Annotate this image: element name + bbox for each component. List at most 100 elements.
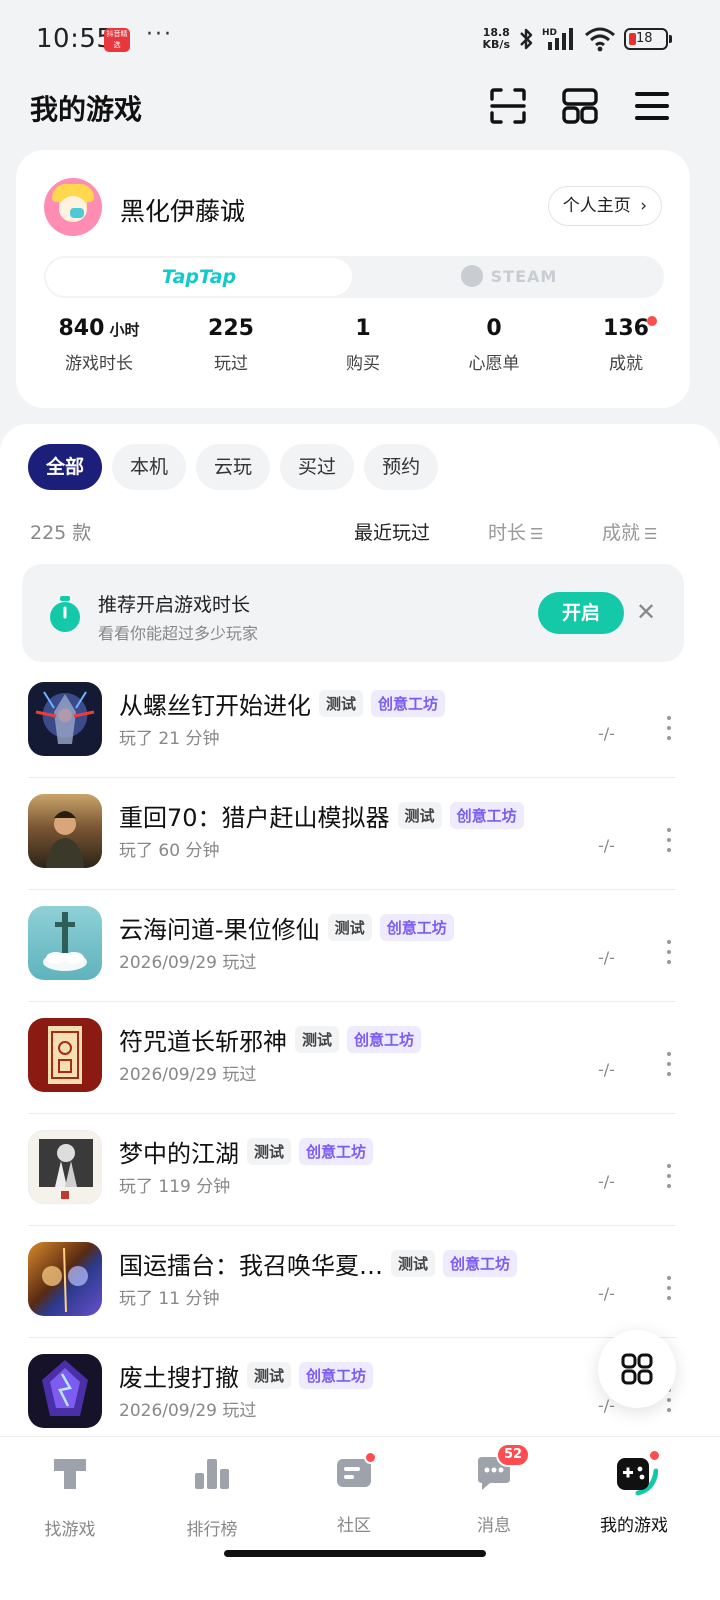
find-game-icon	[54, 1459, 86, 1489]
game-row[interactable]: 符咒道长斩邪神 测试 创意工坊 2026/09/29 玩过 -/-	[28, 1002, 676, 1114]
notification-app-icon: 抖音精选	[104, 28, 130, 52]
close-icon[interactable]: ✕	[636, 598, 656, 626]
filter-chip-cloud[interactable]: 云玩	[196, 444, 271, 490]
game-icon	[28, 682, 102, 756]
nav-my-games[interactable]: 我的游戏	[574, 1449, 694, 1536]
nav-community[interactable]: 社区	[294, 1451, 414, 1536]
home-indicator[interactable]	[224, 1550, 486, 1557]
stopwatch-icon	[50, 596, 80, 632]
game-name: 国运擂台：我召唤华夏…	[119, 1252, 383, 1280]
status-bar: 10:55 抖音精选 ··· 18.8 KB/s HD 18	[0, 0, 720, 84]
stat-wishlist[interactable]: 0 心愿单	[429, 316, 559, 374]
filter-chip-local[interactable]: 本机	[112, 444, 187, 490]
game-row[interactable]: 废土搜打撤 测试 创意工坊 2026/09/29 玩过 -/-	[28, 1338, 676, 1450]
more-notifications-icon: ···	[146, 22, 173, 47]
tag-test: 测试	[319, 690, 364, 717]
game-name: 云海问道-果位修仙	[119, 916, 320, 944]
tag-workshop: 创意工坊	[371, 690, 446, 717]
floating-grid-button[interactable]	[598, 1330, 676, 1408]
tag-workshop: 创意工坊	[449, 802, 524, 829]
status-indicators: 18.8 KB/s HD 18	[482, 26, 672, 52]
more-options-icon[interactable]	[664, 828, 674, 854]
sort-playtime[interactable]: 时长 ☰	[488, 518, 543, 545]
filter-chip-purchased[interactable]: 买过	[280, 444, 355, 490]
nav-ranking[interactable]: 排行榜	[152, 1453, 272, 1540]
user-name[interactable]: 黑化伊藤诚	[120, 192, 245, 228]
tag-test: 测试	[391, 1250, 436, 1277]
sort-achievements[interactable]: 成就 ☰	[602, 518, 657, 545]
layout-icon[interactable]	[560, 86, 600, 126]
menu-icon[interactable]	[632, 86, 672, 126]
stat-played[interactable]: 225 玩过	[166, 316, 296, 374]
filter-chips: 全部 本机 云玩 买过 预约	[28, 444, 439, 490]
game-score: -/-	[598, 948, 615, 967]
game-score: -/-	[598, 724, 615, 743]
tag-workshop: 创意工坊	[299, 1138, 374, 1165]
tag-test: 测试	[247, 1362, 292, 1389]
page-title: 我的游戏	[30, 93, 143, 126]
game-icon	[28, 794, 102, 868]
playtime-recommendation-banner: 推荐开启游戏时长 看看你能超过多少玩家 开启 ✕	[22, 564, 684, 662]
stat-purchased[interactable]: 1 购买	[298, 316, 428, 374]
tag-test: 测试	[327, 914, 372, 941]
sort-icon: ☰	[530, 525, 544, 543]
tag-workshop: 创意工坊	[379, 914, 454, 941]
tag-test: 测试	[247, 1138, 292, 1165]
game-name: 符咒道长斩邪神	[119, 1028, 287, 1056]
game-subtitle: 玩了 21 分钟	[119, 729, 220, 749]
tag-test: 测试	[397, 802, 442, 829]
game-count: 225 款	[30, 522, 92, 544]
cellular-signal-icon: HD	[542, 28, 573, 50]
grid-icon	[621, 1353, 653, 1385]
message-count-badge: 52	[496, 1443, 531, 1467]
game-row[interactable]: 梦中的江湖 测试 创意工坊 玩了 119 分钟 -/-	[28, 1114, 676, 1226]
game-subtitle: 2026/09/29 玩过	[119, 1401, 257, 1421]
game-row[interactable]: 从螺丝钉开始进化 测试 创意工坊 玩了 21 分钟 -/-	[28, 666, 676, 778]
game-name: 从螺丝钉开始进化	[119, 692, 311, 720]
game-subtitle: 玩了 119 分钟	[119, 1177, 231, 1197]
my-games-notification-dot	[648, 1449, 661, 1462]
game-subtitle: 玩了 11 分钟	[119, 1289, 220, 1309]
tag-test: 测试	[295, 1026, 340, 1053]
bottom-navigation: 找游戏 排行榜 社区 52 消息 我的游戏	[0, 1436, 720, 1600]
filter-chip-reserved[interactable]: 预约	[364, 444, 439, 490]
platform-tab-taptap[interactable]: TapTap	[46, 258, 352, 296]
enable-playtime-button[interactable]: 开启	[538, 592, 624, 634]
game-row[interactable]: 重回70：猎户赶山模拟器 测试 创意工坊 玩了 60 分钟 -/-	[28, 778, 676, 890]
profile-stats: 840 小时 游戏时长 225 玩过 1 购买 0 心愿单 136 成就	[16, 316, 690, 386]
stat-playtime[interactable]: 840 小时 游戏时长	[34, 316, 164, 374]
more-options-icon[interactable]	[664, 1052, 674, 1078]
game-score: -/-	[598, 836, 615, 855]
steam-logo-icon	[460, 265, 483, 287]
network-speed: 18.8 KB/s	[482, 26, 510, 51]
more-options-icon[interactable]	[664, 1164, 674, 1190]
community-notification-dot	[364, 1451, 377, 1464]
chevron-right-icon: ›	[640, 196, 647, 216]
ranking-icon	[195, 1459, 229, 1489]
nav-find-games[interactable]: 找游戏	[10, 1453, 130, 1540]
more-options-icon[interactable]	[664, 1276, 674, 1302]
profile-homepage-button[interactable]: 个人主页 ›	[547, 186, 662, 226]
game-icon	[28, 1018, 102, 1092]
game-icon	[28, 1242, 102, 1316]
more-options-icon[interactable]	[664, 716, 674, 742]
svg-text:HD: HD	[542, 28, 557, 38]
profile-card: 黑化伊藤诚 个人主页 › TapTap STEAM 840 小时 游戏时长 22…	[16, 150, 690, 408]
game-name: 梦中的江湖	[119, 1140, 239, 1168]
more-options-icon[interactable]	[664, 940, 674, 966]
recommendation-title: 推荐开启游戏时长	[98, 594, 251, 616]
scan-icon[interactable]	[488, 86, 528, 126]
stat-achievements[interactable]: 136 成就	[561, 316, 691, 374]
nav-messages[interactable]: 52 消息	[434, 1443, 554, 1536]
game-row[interactable]: 云海问道-果位修仙 测试 创意工坊 2026/09/29 玩过 -/-	[28, 890, 676, 1002]
platform-tab-steam[interactable]: STEAM	[354, 256, 664, 298]
game-icon	[28, 906, 102, 980]
game-subtitle: 玩了 60 分钟	[119, 841, 220, 861]
sort-recent[interactable]: 最近玩过	[354, 518, 430, 545]
avatar[interactable]	[44, 178, 102, 236]
game-subtitle: 2026/09/29 玩过	[119, 953, 257, 973]
game-name: 重回70：猎户赶山模拟器	[119, 804, 390, 832]
filter-chip-all[interactable]: 全部	[28, 444, 103, 490]
sort-icon: ☰	[644, 525, 658, 543]
game-row[interactable]: 国运擂台：我召唤华夏… 测试 创意工坊 玩了 11 分钟 -/-	[28, 1226, 676, 1338]
